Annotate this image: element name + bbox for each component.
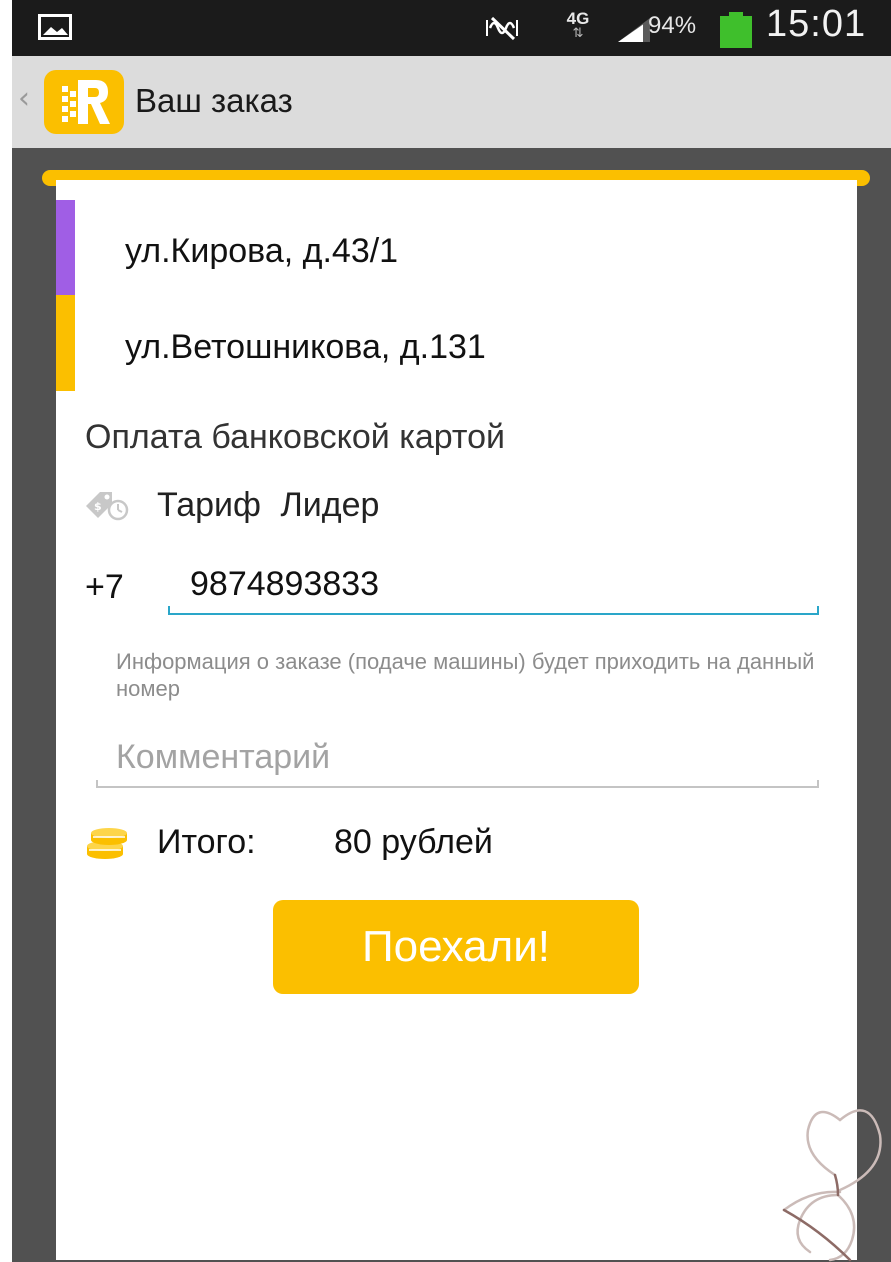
route-destination-marker <box>56 295 75 391</box>
phone-screen: 4G ⇅ 94% 15:01 ‹ Ваш заказ ул.Кирова, д.… <box>12 0 891 1262</box>
battery-icon <box>720 12 752 48</box>
gallery-notification-icon <box>38 14 72 40</box>
phone-country-code: +7 <box>85 568 124 606</box>
status-bar: 4G ⇅ 94% 15:01 <box>12 0 891 56</box>
submit-order-button[interactable]: Поехали! <box>273 900 639 994</box>
coins-icon <box>87 828 127 859</box>
phone-hint-text: Информация о заказе (подаче машины) буде… <box>116 649 815 701</box>
route-start-address[interactable]: ул.Кирова, д.43/1 <box>125 232 398 271</box>
payment-method[interactable]: Оплата банковской картой <box>85 418 505 457</box>
tariff-icon: $ <box>86 492 129 521</box>
order-card: ул.Кирова, д.43/1 ул.Ветошникова, д.131 … <box>56 180 857 1260</box>
tariff-label[interactable]: Тариф Лидер <box>157 486 379 525</box>
signal-strength-icon <box>618 18 650 42</box>
battery-percent: 94% <box>648 12 697 39</box>
data-arrows-icon: ⇅ <box>572 26 584 41</box>
back-chevron-icon[interactable]: ‹ <box>18 84 30 114</box>
phone-input-edge-right <box>817 606 819 615</box>
comment-input-edge-right <box>817 780 819 788</box>
network-indicator: 4G ⇅ <box>563 10 593 46</box>
app-logo-icon[interactable] <box>44 70 124 134</box>
route-destination-address[interactable]: ул.Ветошникова, д.131 <box>125 328 486 367</box>
network-type: 4G <box>566 9 590 28</box>
phone-input-edge-left <box>168 606 170 615</box>
heart-ribbon-watermark <box>782 1109 882 1262</box>
total-label: Итого: <box>157 823 256 861</box>
clock: 15:01 <box>766 3 867 45</box>
comment-input-edge-left <box>96 780 98 788</box>
phone-input[interactable] <box>168 555 819 615</box>
route-start-marker <box>56 200 75 295</box>
screen-title: Ваш заказ <box>135 82 293 119</box>
mute-icon <box>486 16 518 41</box>
svg-text:$: $ <box>94 500 102 513</box>
action-bar: ‹ Ваш заказ <box>12 56 891 148</box>
comment-input[interactable] <box>96 728 819 788</box>
total-value: 80 рублей <box>334 823 493 861</box>
